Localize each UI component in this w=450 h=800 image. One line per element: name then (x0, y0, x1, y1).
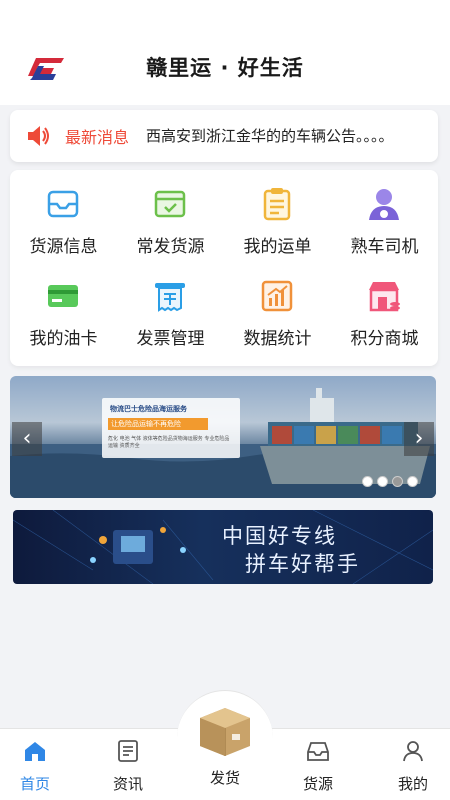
dedicated-line-banner[interactable]: 中国好专线 拼车好帮手 (13, 510, 433, 584)
grid-label: 常发货源 (136, 237, 205, 257)
tab-home[interactable]: 首页 (0, 735, 70, 797)
carousel-dot[interactable] (362, 476, 373, 487)
grid-label: 我的油卡 (29, 329, 98, 349)
package-icon[interactable] (194, 700, 256, 760)
grid-item-frequent-cargo[interactable]: 常发货源 (117, 176, 224, 268)
news-label: 最新消息 (65, 128, 130, 147)
carousel-indicator (358, 472, 418, 491)
banner-line-1: 中国好专线 (222, 524, 337, 548)
grid-item-points-mall[interactable]: 积分商城 (331, 268, 438, 360)
carousel-next-button[interactable]: › (404, 422, 434, 456)
tab-mine[interactable]: 我的 (378, 735, 448, 797)
card-icon (48, 285, 78, 307)
speaker-icon (28, 126, 49, 146)
grid-label: 熟车司机 (350, 237, 419, 257)
banner-line-2: 拼车好帮手 (245, 552, 360, 576)
grid-item-statistics[interactable]: 数据统计 (224, 268, 331, 360)
chart-icon (261, 280, 293, 312)
carousel-prev-button[interactable]: ‹ (12, 422, 42, 456)
grid-label: 货源信息 (29, 237, 98, 257)
clipboard-icon (263, 188, 291, 221)
promo-tag-slogan: 让危险品运输不再危险 (108, 418, 208, 430)
grid-label: 积分商城 (350, 329, 419, 349)
grid-item-my-waybill[interactable]: 我的运单 (224, 176, 331, 268)
tab-label: 我的 (397, 775, 428, 793)
carousel-dot[interactable] (377, 476, 388, 487)
promo-tag-body: 危化 电池 气体 液体等危险品货物海运服务 专业危险品运输 资质齐全 (108, 436, 230, 449)
news-ticker[interactable]: 最新消息 西高安到浙江金华的的车辆公告。。。。 (10, 110, 438, 162)
tray-icon (47, 190, 79, 218)
inbox-icon (307, 742, 329, 761)
header-bar: 赣里运 · 好生活 (0, 0, 450, 105)
tab-label: 货源 (302, 775, 333, 793)
home-icon (25, 742, 45, 761)
news-icon (118, 740, 138, 762)
grid-item-cargo-info[interactable]: 货源信息 (10, 176, 117, 268)
news-text[interactable]: 西高安到浙江金华的的车辆公告。。。。 (146, 125, 436, 146)
carousel-dot-active[interactable] (392, 476, 403, 487)
tab-news[interactable]: 资讯 (93, 735, 163, 797)
grid-label: 数据统计 (243, 329, 312, 349)
grid-item-familiar-drivers[interactable]: 熟车司机 (331, 176, 438, 268)
receipt-icon (155, 283, 185, 312)
page-title: 赣里运 · 好生活 (146, 56, 304, 80)
tab-ship-label[interactable]: 发货 (175, 767, 275, 788)
promo-tag-title: 物流巴士危险品海运服务 (110, 405, 187, 413)
box-check-icon (154, 190, 186, 218)
grid-item-fuel-card[interactable]: 我的油卡 (10, 268, 117, 360)
grid-label: 我的运单 (243, 237, 312, 257)
tab-label: 资讯 (112, 775, 143, 793)
tab-goods[interactable]: 货源 (283, 735, 353, 797)
promo-tag: 物流巴士危险品海运服务 让危险品运输不再危险 危化 电池 气体 液体等危险品货物… (102, 398, 240, 458)
user-icon (403, 741, 423, 762)
grid-item-invoice[interactable]: 发票管理 (117, 268, 224, 360)
shop-icon (369, 282, 400, 312)
function-grid: 货源信息 常发货源 我的运单 熟车司机 我的油卡 发票管理 数据统计 积分商城 (10, 170, 438, 366)
grid-label: 发票管理 (136, 329, 205, 349)
promo-carousel[interactable]: ‹ › 物流巴士危险品海运服务 让危险品运输不再危险 危化 电池 气体 液体等危… (10, 376, 436, 498)
driver-icon (369, 189, 399, 220)
carousel-dot[interactable] (407, 476, 418, 487)
tab-label: 首页 (19, 775, 50, 793)
